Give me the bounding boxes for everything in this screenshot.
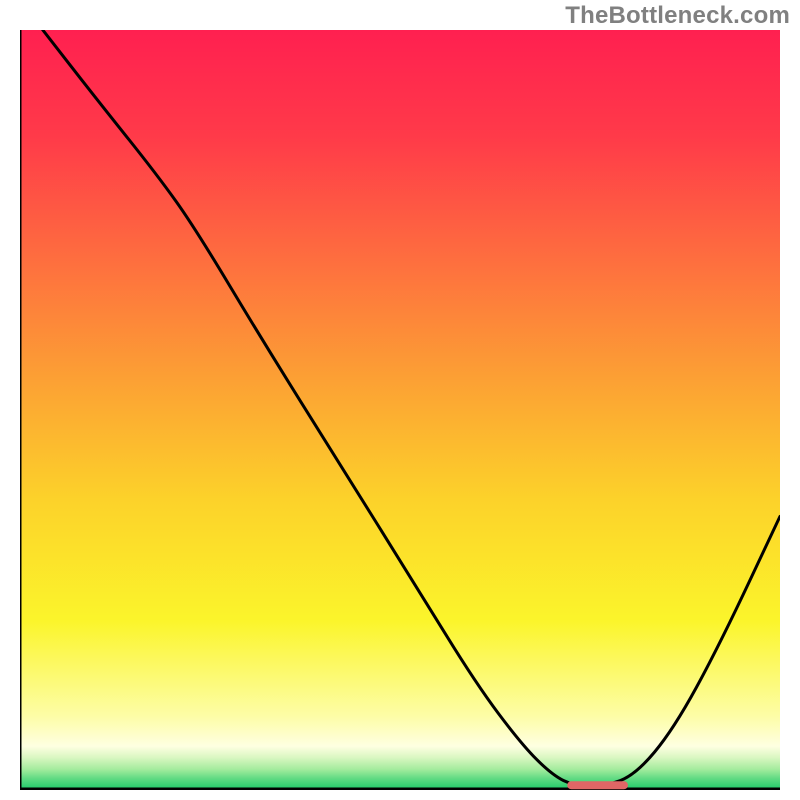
watermark-text: TheBottleneck.com bbox=[565, 2, 790, 30]
chart-svg bbox=[20, 30, 780, 790]
chart bbox=[20, 30, 780, 790]
optimum-marker bbox=[567, 781, 628, 789]
